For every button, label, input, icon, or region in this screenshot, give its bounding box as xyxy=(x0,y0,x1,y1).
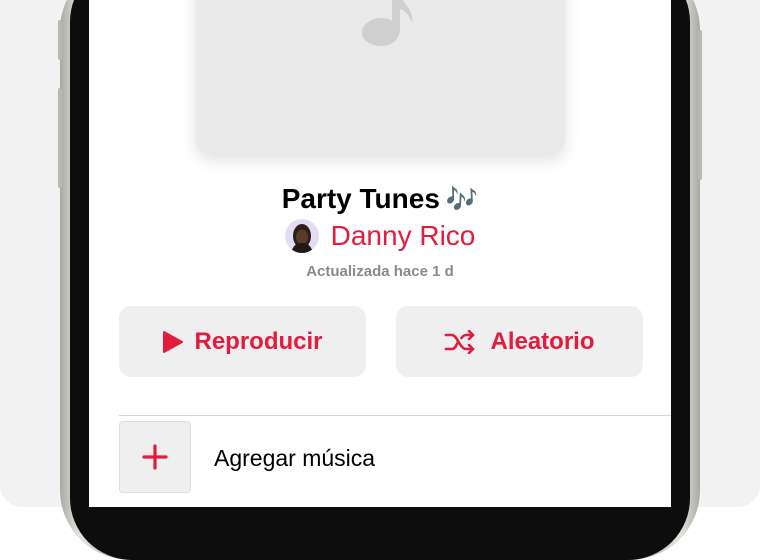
phone-side-button xyxy=(58,20,62,60)
play-button-label: Reproducir xyxy=(194,327,323,355)
curator-name[interactable]: Danny Rico xyxy=(331,220,476,252)
musical-notes-emoji: 🎶 xyxy=(445,184,479,214)
music-note-icon xyxy=(362,0,413,46)
curator-row[interactable]: Danny Rico xyxy=(89,219,671,253)
phone-side-button xyxy=(58,88,62,188)
shuffle-button[interactable]: Aleatorio xyxy=(396,306,643,377)
phone-screen: Party Tunes 🎶 Danny Rico Actualizada hace… xyxy=(89,0,671,507)
add-music-label[interactable]: Agregar música xyxy=(214,445,375,472)
plus-icon xyxy=(142,444,168,470)
playlist-artwork xyxy=(196,0,565,154)
play-button[interactable]: Reproducir xyxy=(119,306,366,377)
add-music-button[interactable] xyxy=(119,421,191,493)
updated-timestamp: Actualizada hace 1 d xyxy=(306,263,454,280)
playlist-title: Party Tunes xyxy=(281,183,440,214)
avatar xyxy=(284,219,319,253)
play-icon xyxy=(162,330,184,354)
shuffle-button-label: Aleatorio xyxy=(490,327,595,355)
shuffle-icon xyxy=(444,329,476,354)
phone-side-button xyxy=(698,30,702,180)
playlist-title-row: Party Tunes 🎶 xyxy=(89,183,671,215)
divider xyxy=(119,415,671,416)
